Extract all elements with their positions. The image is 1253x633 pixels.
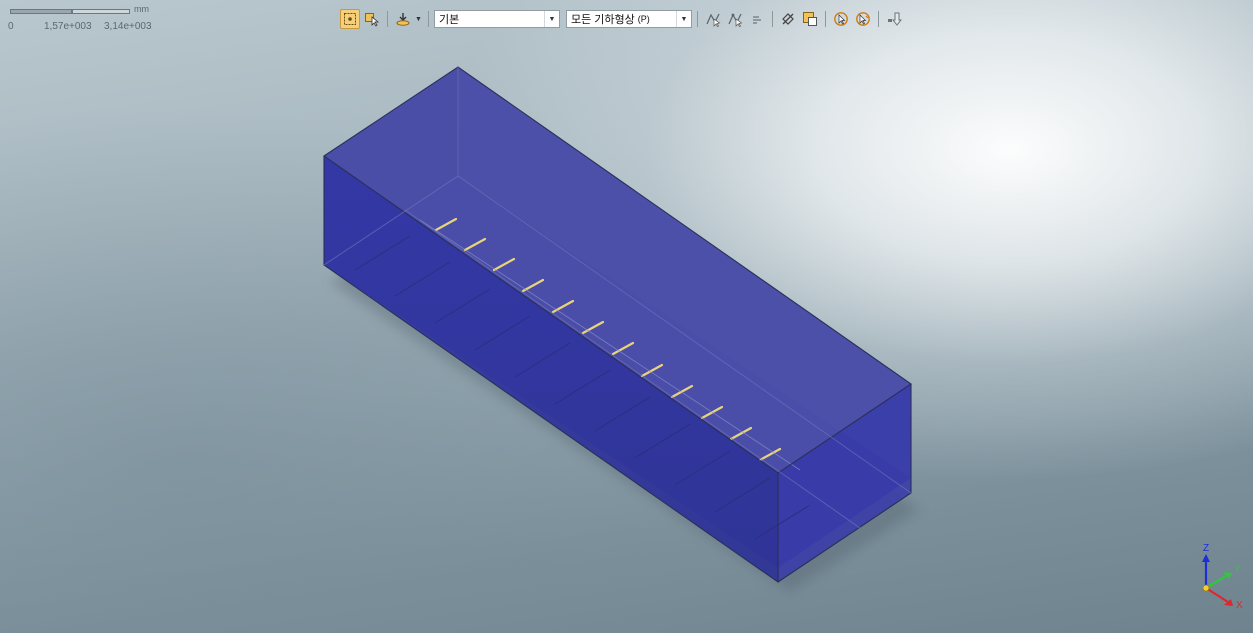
triad-z-label: Z bbox=[1203, 543, 1210, 554]
graphics-viewport[interactable]: mm 0 1,57e+003 3,14e+003 ▼ 기본 ▼ 모든 기하형상(… bbox=[0, 0, 1253, 633]
coordinate-triad[interactable]: Z Y X bbox=[1196, 543, 1248, 614]
model-canvas bbox=[323, 66, 920, 592]
triad-x-label: X bbox=[1236, 600, 1243, 611]
triad-y-label: Y bbox=[1234, 564, 1241, 575]
